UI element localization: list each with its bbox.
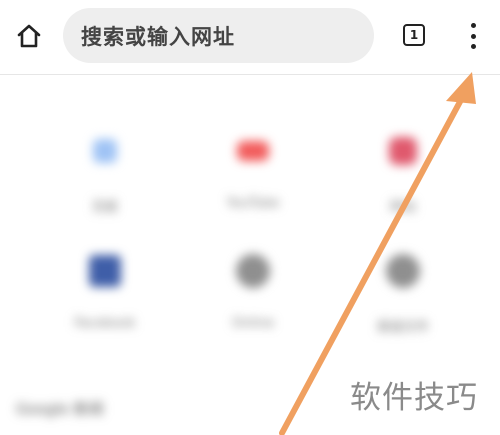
more-vert-icon-dot-bottom [470,44,476,49]
more-vert-icon-dot-middle [470,33,476,39]
shortcut-tile[interactable]: Online [188,248,318,331]
home-button[interactable] [12,19,46,53]
shortcut-tile[interactable]: Facebook [40,248,170,331]
tab-count: 1 [409,28,419,42]
more-menu-button[interactable] [460,20,486,52]
facebook-icon [82,248,128,294]
shortcut-tile[interactable]: 网站 [338,128,468,215]
shortcut-label: YouTube [226,196,280,211]
tab-switcher-button[interactable]: 1 [403,24,425,46]
shortcut-label: Facebook [74,316,136,331]
shortcut-label: 百度 [91,200,118,215]
more-vert-icon-dot-top [470,23,476,28]
baidu-icon [82,128,128,174]
youtube-icon [230,128,276,174]
news-section-title: Google 新闻 [16,400,104,418]
shortcut-tile[interactable]: 百度 [40,128,170,215]
watermark-text: 软件技巧 [350,380,478,416]
shortcut-label: 报道文件 [376,320,429,335]
home-icon [17,24,41,48]
shortcut-label: Online [232,316,274,331]
address-bar[interactable]: 搜索或输入网址 [63,8,374,63]
globe-icon [230,248,276,294]
site-icon [380,128,426,174]
shortcut-tile[interactable]: YouTube [188,128,318,211]
shortcut-tile[interactable]: 报道文件 [338,248,468,335]
browser-toolbar: 搜索或输入网址 1 [0,0,500,72]
toolbar-divider [0,74,500,75]
globe-icon [380,248,426,294]
shortcut-label: 网站 [389,200,416,215]
address-bar-placeholder: 搜索或输入网址 [81,24,235,49]
